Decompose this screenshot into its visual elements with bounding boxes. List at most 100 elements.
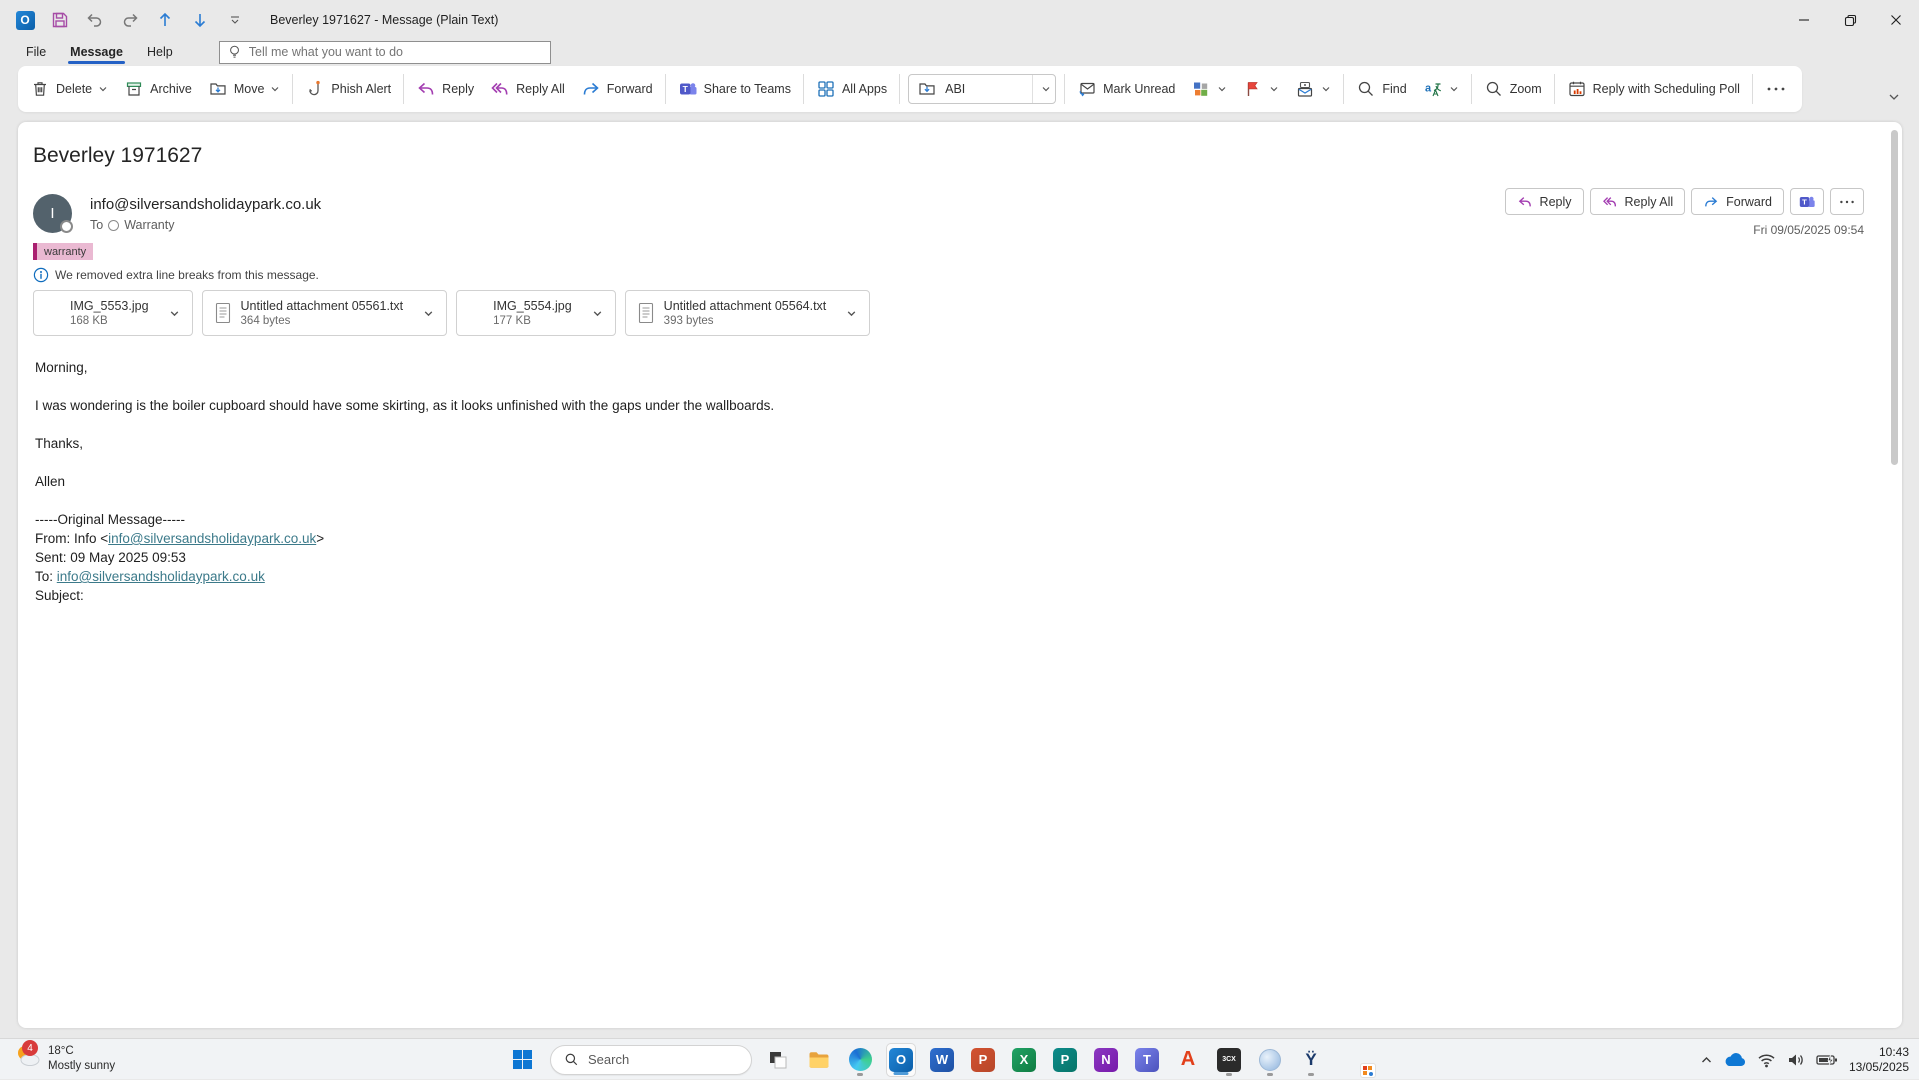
move-down-button[interactable] bbox=[187, 7, 213, 33]
reply-with-scheduling-poll-button[interactable]: Reply with Scheduling Poll bbox=[1559, 72, 1748, 106]
taskbar-search[interactable]: Search bbox=[550, 1045, 752, 1075]
tab-file[interactable]: File bbox=[14, 42, 58, 62]
battery-button[interactable] bbox=[1816, 1053, 1838, 1067]
ribbon-more-button[interactable] bbox=[1757, 72, 1795, 106]
reply-button[interactable]: Reply bbox=[408, 72, 482, 106]
taskbar-app-word[interactable]: W bbox=[927, 1043, 957, 1077]
taskbar-app-goto[interactable] bbox=[1255, 1043, 1285, 1077]
tell-me-input[interactable] bbox=[249, 45, 542, 59]
svg-text:T: T bbox=[1802, 197, 1807, 206]
sender-address[interactable]: info@silversandsholidaypark.co.uk bbox=[90, 196, 321, 213]
taskbar-clock[interactable]: 10:43 13/05/2025 bbox=[1849, 1045, 1909, 1075]
email-link[interactable]: info@silversandsholidaypark.co.uk bbox=[57, 569, 265, 584]
taskbar-app-task-view[interactable] bbox=[763, 1043, 793, 1077]
quote-from-line: From: Info <info@silversandsholidaypark.… bbox=[35, 529, 774, 548]
collapse-ribbon-button[interactable] bbox=[1887, 92, 1901, 102]
forward-button[interactable]: Forward bbox=[573, 72, 661, 106]
save-button[interactable] bbox=[47, 7, 73, 33]
move-button[interactable]: Move bbox=[200, 72, 289, 106]
phish-alert-button[interactable]: Phish Alert bbox=[297, 72, 399, 106]
taskbar-app-excel[interactable]: X bbox=[1009, 1043, 1039, 1077]
attachment-card[interactable]: Untitled attachment 05561.txt 364 bytes bbox=[202, 290, 448, 336]
goto-circle-icon bbox=[1259, 1049, 1281, 1071]
tell-me-box[interactable] bbox=[219, 41, 551, 64]
translate-button[interactable]: a bbox=[1415, 72, 1467, 106]
3cx-icon: 3CX bbox=[1217, 1048, 1241, 1072]
message-card: Beverley 1971627 I info@silversandsholid… bbox=[18, 122, 1902, 1028]
start-button[interactable] bbox=[505, 1043, 539, 1077]
move-to-folder-icon bbox=[917, 79, 937, 99]
taskbar-app-autodesk[interactable]: A bbox=[1173, 1043, 1203, 1077]
wifi-button[interactable] bbox=[1757, 1052, 1776, 1068]
taskbar-app-onenote[interactable]: N bbox=[1091, 1043, 1121, 1077]
attachment-options-button[interactable] bbox=[163, 304, 186, 323]
forward-button[interactable]: Forward bbox=[1691, 188, 1784, 215]
follow-up-button[interactable] bbox=[1235, 72, 1287, 106]
arrow-down-icon bbox=[190, 10, 210, 30]
quick-step-abi[interactable]: ABI bbox=[908, 74, 1056, 104]
undo-button[interactable] bbox=[82, 7, 108, 33]
volume-button[interactable] bbox=[1787, 1052, 1805, 1068]
categorize-button[interactable] bbox=[1183, 72, 1235, 106]
people-icon: Ÿ bbox=[1305, 1050, 1316, 1070]
onedrive-button[interactable] bbox=[1724, 1052, 1746, 1067]
teams-icon: T bbox=[678, 79, 698, 99]
forward-icon bbox=[581, 79, 601, 99]
taskbar-app-teams[interactable]: T bbox=[1132, 1043, 1162, 1077]
all-apps-label: All Apps bbox=[842, 82, 887, 96]
taskbar-app-outlook[interactable]: O bbox=[886, 1043, 916, 1077]
scrollbar-thumb[interactable] bbox=[1891, 130, 1898, 465]
category-tag[interactable]: warranty bbox=[33, 243, 93, 260]
running-indicator bbox=[1267, 1073, 1273, 1076]
arrow-up-icon bbox=[155, 10, 175, 30]
taskbar-app-3cx[interactable]: 3CX bbox=[1214, 1043, 1244, 1077]
archive-button[interactable]: Archive bbox=[116, 72, 200, 106]
attachment-card[interactable]: IMG_5553.jpg 168 KB bbox=[33, 290, 193, 336]
move-up-button[interactable] bbox=[152, 7, 178, 33]
taskbar-app-edge[interactable] bbox=[845, 1043, 875, 1077]
running-indicator bbox=[857, 1073, 863, 1076]
redo-button[interactable] bbox=[117, 7, 143, 33]
taskbar-app-publisher[interactable]: P bbox=[1050, 1043, 1080, 1077]
windows-start-icon bbox=[512, 1049, 533, 1070]
attachment-card[interactable]: IMG_5554.jpg 177 KB bbox=[456, 290, 616, 336]
presence-indicator bbox=[60, 220, 73, 233]
restore-button[interactable] bbox=[1827, 0, 1873, 40]
find-button[interactable]: Find bbox=[1348, 72, 1414, 106]
delete-button[interactable]: Delete bbox=[22, 72, 116, 106]
share-to-teams-button[interactable]: T Share to Teams bbox=[670, 72, 799, 106]
minimize-button[interactable] bbox=[1781, 0, 1827, 40]
reply-button[interactable]: Reply bbox=[1505, 188, 1584, 215]
taskbar-app-powerpoint[interactable]: P bbox=[968, 1043, 998, 1077]
teams-icon: T bbox=[1135, 1048, 1159, 1072]
zoom-button[interactable]: Zoom bbox=[1476, 72, 1550, 106]
search-icon bbox=[564, 1052, 579, 1067]
all-apps-button[interactable]: All Apps bbox=[808, 72, 895, 106]
more-actions-button[interactable] bbox=[1830, 188, 1864, 215]
task-view-icon bbox=[767, 1049, 789, 1071]
show-hidden-icons-button[interactable] bbox=[1700, 1055, 1713, 1065]
email-link[interactable]: info@silversandsholidaypark.co.uk bbox=[108, 531, 316, 546]
chevron-down-icon bbox=[1321, 84, 1331, 94]
attachment-options-button[interactable] bbox=[840, 304, 863, 323]
reply-all-button[interactable]: Reply All bbox=[1590, 188, 1686, 215]
chevron-down-icon bbox=[423, 308, 434, 319]
attachment-options-button[interactable] bbox=[586, 304, 609, 323]
attachment-options-button[interactable] bbox=[417, 304, 440, 323]
attachment-card[interactable]: Untitled attachment 05564.txt 393 bytes bbox=[625, 290, 871, 336]
customize-quick-access-button[interactable] bbox=[222, 7, 248, 33]
tab-help[interactable]: Help bbox=[135, 42, 185, 62]
chevron-down-icon[interactable] bbox=[1041, 84, 1051, 94]
rules-button[interactable] bbox=[1287, 72, 1339, 106]
mark-unread-button[interactable]: Mark Unread bbox=[1069, 72, 1183, 106]
chevron-down-icon bbox=[270, 84, 280, 94]
reply-all-button[interactable]: Reply All bbox=[482, 72, 573, 106]
scrollbar[interactable] bbox=[1890, 130, 1898, 1020]
recipient-name[interactable]: Warranty bbox=[124, 218, 174, 232]
tab-message[interactable]: Message bbox=[58, 42, 135, 62]
close-button[interactable] bbox=[1873, 0, 1919, 40]
taskbar-app-people[interactable]: Ÿ bbox=[1296, 1043, 1326, 1077]
share-to-teams-button[interactable]: T bbox=[1790, 188, 1824, 215]
taskbar-app-file-explorer[interactable] bbox=[804, 1043, 834, 1077]
weather-widget[interactable]: 4 18°C Mostly sunny bbox=[14, 1042, 115, 1074]
